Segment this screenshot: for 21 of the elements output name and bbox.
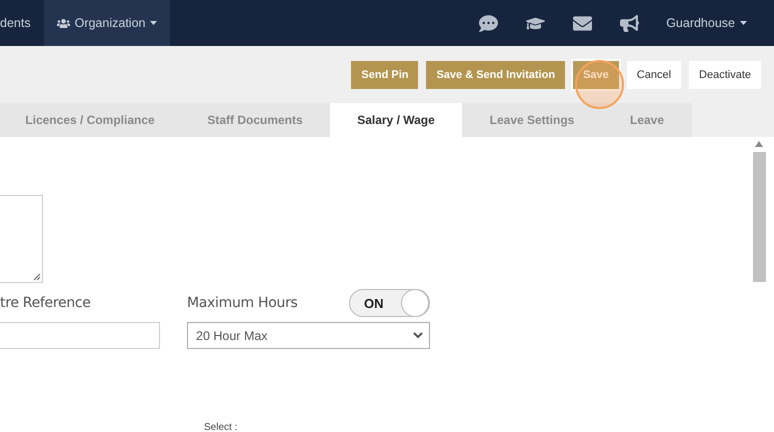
mail-icon[interactable] xyxy=(573,14,592,32)
chevron-icon xyxy=(413,332,423,339)
caret-icon xyxy=(150,21,158,25)
field-label: Maximum Hours xyxy=(187,295,298,311)
nav-link[interactable]: dents xyxy=(0,0,44,46)
scroll-up-icon[interactable] xyxy=(755,141,763,147)
toggle-switch[interactable]: ON xyxy=(349,289,430,317)
caret-icon xyxy=(740,21,747,25)
nav-link[interactable]: Organization xyxy=(44,0,170,46)
field-label: Select : xyxy=(204,422,238,432)
megaphone-icon[interactable] xyxy=(620,14,640,32)
resize-grip-icon xyxy=(33,273,41,281)
tab[interactable]: Salary / Wage xyxy=(330,103,462,137)
users-icon xyxy=(56,16,70,30)
chat-icon[interactable] xyxy=(479,14,498,32)
action-button[interactable]: Cancel xyxy=(626,60,682,88)
scroll-thumb[interactable] xyxy=(752,152,766,282)
field-label: tre Reference xyxy=(0,295,91,311)
action-button[interactable]: Deactivate xyxy=(689,60,761,88)
user-menu[interactable]: Guardhouse xyxy=(653,0,774,46)
select-field[interactable]: 20 Hour Max xyxy=(187,322,430,349)
